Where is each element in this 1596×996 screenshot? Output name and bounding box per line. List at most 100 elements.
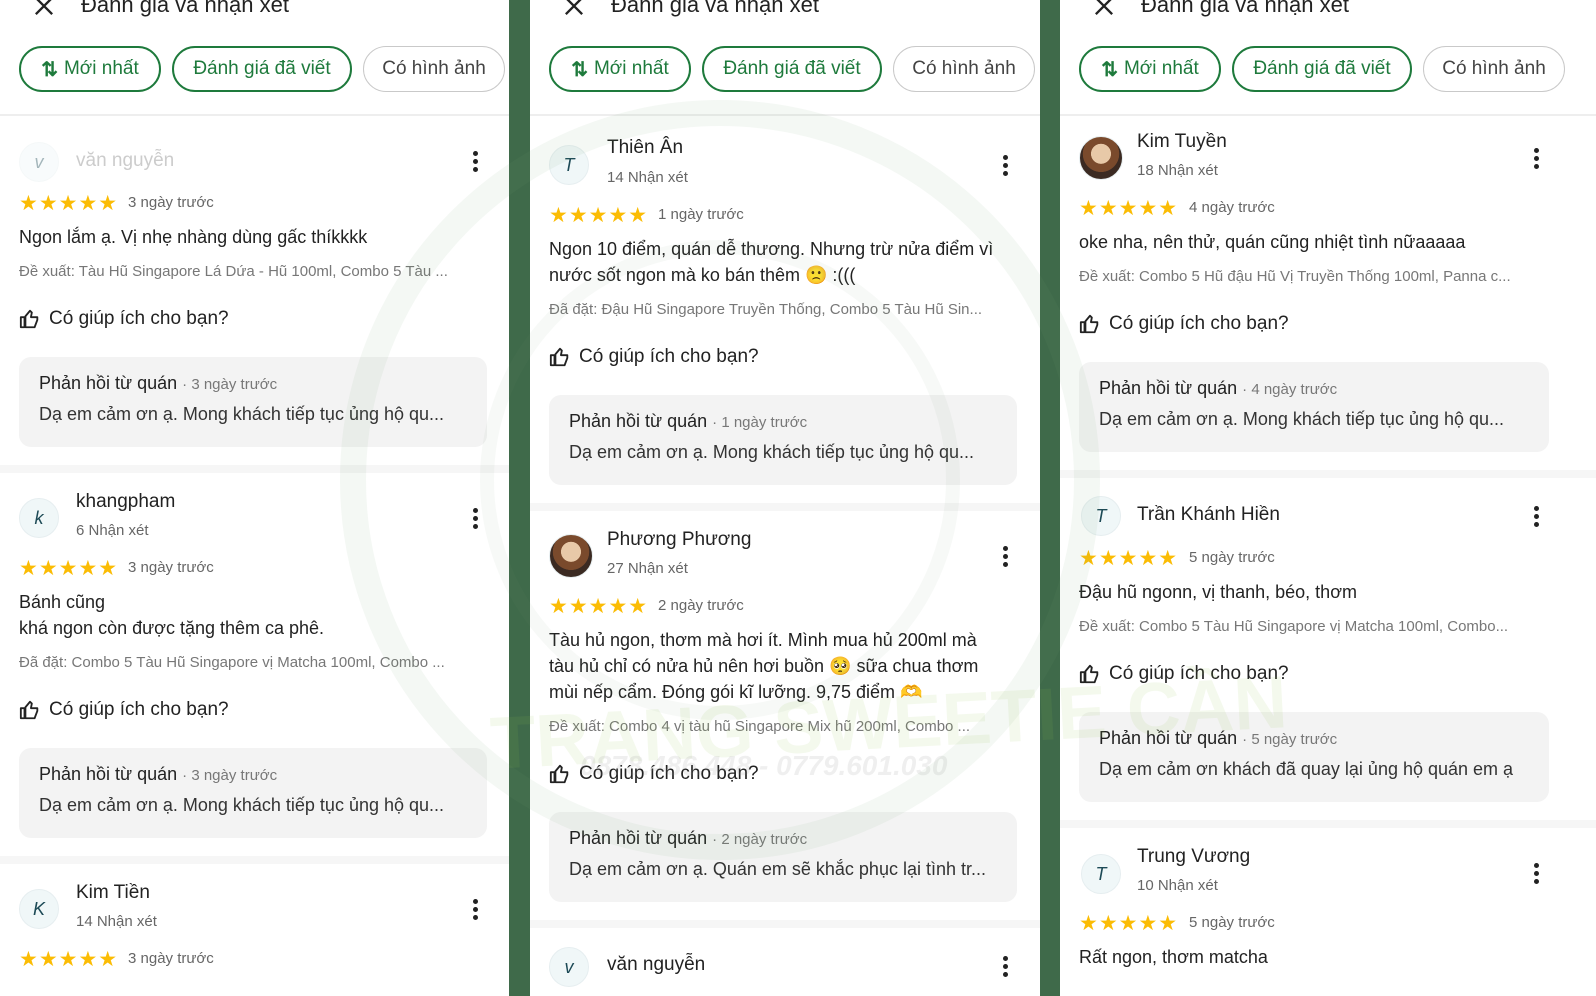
divider — [530, 920, 1040, 928]
reply-title: Phản hồi từ quán — [569, 411, 708, 431]
close-icon[interactable] — [1090, 0, 1118, 20]
helpful-label: Có giúp ích cho bạn? — [49, 699, 229, 720]
review-text: Đậu hũ ngonn, vị thanh, béo, thơm — [1079, 582, 1357, 602]
filter-chips: ⇅ Mới nhất Đánh giá đã viết Có hình ảnh — [530, 46, 1040, 94]
reviewer-name[interactable]: Kim Tiền — [76, 882, 150, 904]
reply-header: Phản hồi từ quán · 3 ngày trước — [39, 373, 467, 394]
reviewer-name[interactable]: Trần Khánh Hiền — [1137, 504, 1280, 526]
thumbs-up-icon — [1079, 314, 1099, 334]
divider — [530, 114, 1040, 116]
reviewer-name[interactable]: Phương Phương — [607, 529, 751, 551]
reply-date: · 4 ngày trước — [1242, 381, 1338, 398]
more-options-icon[interactable] — [1532, 863, 1540, 887]
chip-written-reviews[interactable]: Đánh giá đã viết — [702, 46, 882, 92]
divider — [1060, 114, 1596, 116]
helpful-button[interactable]: Có giúp ích cho bạn? — [19, 699, 229, 721]
divider — [1060, 820, 1596, 828]
order-info: Đề xuất: Tàu Hũ Singapore Lá Dứa - Hũ 10… — [19, 263, 448, 280]
reply-title: Phản hồi từ quán — [39, 373, 178, 393]
review-count: 14 Nhận xét — [607, 169, 688, 186]
thumbs-up-icon — [549, 764, 569, 784]
review-count: 27 Nhận xét — [607, 560, 688, 577]
helpful-button[interactable]: Có giúp ích cho bạn? — [549, 763, 759, 785]
reply-header: Phản hồi từ quán · 1 ngày trước — [569, 411, 997, 432]
order-info: Đã đặt: Đậu Hũ Singapore Truyền Thống, C… — [549, 301, 983, 318]
chip-label: Đánh giá đã viết — [1253, 58, 1391, 79]
reviewer-name[interactable]: văn nguyễn — [607, 954, 705, 976]
chip-newest[interactable]: ⇅ Mới nhất — [1079, 46, 1221, 92]
review-text: Rất ngon, thơm matcha — [1079, 947, 1268, 967]
reviews-panel-1: Đánh giá và nhận xét ⇅ Mới nhất Đánh giá … — [0, 0, 509, 996]
avatar — [549, 534, 593, 578]
chip-with-photos[interactable]: Có hình ảnh — [893, 46, 1035, 92]
review-text: oke nha, nên thử, quán cũng nhiệt tình n… — [1079, 232, 1466, 252]
shop-reply: Phản hồi từ quán · 5 ngày trước Dạ em cả… — [1079, 712, 1549, 802]
chip-newest[interactable]: ⇅ Mới nhất — [549, 46, 691, 92]
review-date: 4 ngày trước — [1189, 199, 1275, 216]
star-rating: ★★★★★ — [549, 595, 649, 618]
filter-chips: ⇅ Mới nhất Đánh giá đã viết Có hình ảnh — [0, 46, 509, 94]
avatar: T — [549, 145, 589, 185]
chip-with-photos[interactable]: Có hình ảnh — [1423, 46, 1565, 92]
review-text: Ngon lắm ạ. Vị nhẹ nhàng dùng gấc thíkkk… — [19, 227, 368, 247]
review-date: 5 ngày trước — [1189, 914, 1275, 931]
close-icon[interactable] — [560, 0, 588, 20]
reviewer-name[interactable]: văn nguyễn — [76, 150, 174, 172]
star-rating: ★★★★★ — [19, 557, 119, 580]
chip-with-photos[interactable]: Có hình ảnh — [363, 46, 505, 92]
chip-newest[interactable]: ⇅ Mới nhất — [19, 46, 161, 92]
more-options-icon[interactable] — [1532, 506, 1540, 530]
order-info: Đề xuất: Combo 5 Tàu Hũ Singapore vị Mat… — [1079, 618, 1509, 635]
more-options-icon[interactable] — [471, 151, 479, 175]
review-text: Bánh cũng khá ngon còn được tặng thêm ca… — [19, 592, 325, 638]
reviewer-name[interactable]: Kim Tuyền — [1137, 131, 1227, 153]
more-options-icon[interactable] — [1532, 148, 1540, 172]
reply-header: Phản hồi từ quán · 3 ngày trước — [39, 764, 467, 785]
chip-label: Có hình ảnh — [382, 58, 486, 79]
more-options-icon[interactable] — [1001, 155, 1009, 179]
shop-reply: Phản hồi từ quán · 1 ngày trước Dạ em cả… — [549, 395, 1017, 485]
avatar: T — [1081, 854, 1121, 894]
helpful-button[interactable]: Có giúp ích cho bạn? — [19, 308, 229, 330]
more-options-icon[interactable] — [1001, 956, 1009, 980]
more-options-icon[interactable] — [471, 899, 479, 923]
avatar: K — [19, 889, 59, 929]
reply-text: Dạ em cảm ơn ạ. Mong khách tiếp tục ủng … — [1099, 409, 1505, 429]
thumbs-up-icon — [549, 347, 569, 367]
close-icon[interactable] — [30, 0, 58, 20]
helpful-button[interactable]: Có giúp ích cho bạn? — [1079, 663, 1289, 685]
chip-written-reviews[interactable]: Đánh giá đã viết — [1232, 46, 1412, 92]
reviewer-name[interactable]: khangpham — [76, 491, 175, 513]
more-options-icon[interactable] — [1001, 546, 1009, 570]
helpful-button[interactable]: Có giúp ích cho bạn? — [549, 346, 759, 368]
divider — [0, 114, 509, 116]
more-options-icon[interactable] — [471, 508, 479, 532]
reply-date: · 3 ngày trước — [182, 767, 278, 784]
chip-label: Có hình ảnh — [1442, 58, 1546, 79]
reviewer-name[interactable]: Trung Vương — [1137, 846, 1250, 868]
star-rating: ★★★★★ — [19, 948, 119, 971]
reply-header: Phản hồi từ quán · 4 ngày trước — [1099, 378, 1529, 399]
reviewer-name[interactable]: Thiên Ân — [607, 137, 683, 159]
header: Đánh giá và nhận xét — [530, 0, 1040, 26]
chip-label: Mới nhất — [63, 58, 139, 79]
chip-written-reviews[interactable]: Đánh giá đã viết — [172, 46, 352, 92]
shop-reply: Phản hồi từ quán · 4 ngày trước Dạ em cả… — [1079, 362, 1549, 452]
review-date: 5 ngày trước — [1189, 549, 1275, 566]
divider — [1060, 470, 1596, 478]
review-date: 3 ngày trước — [128, 559, 214, 576]
star-rating: ★★★★★ — [19, 192, 119, 215]
chip-label: Mới nhất — [1123, 58, 1199, 79]
chip-label: Đánh giá đã viết — [193, 58, 331, 79]
reviews-panel-3: Đánh giá và nhận xét ⇅ Mới nhất Đánh giá … — [1060, 0, 1596, 996]
reply-title: Phản hồi từ quán — [569, 828, 708, 848]
thumbs-up-icon — [19, 700, 39, 720]
sort-icon: ⇅ — [1101, 58, 1118, 81]
star-rating: ★★★★★ — [1079, 197, 1179, 220]
divider — [530, 503, 1040, 511]
review-date: 2 ngày trước — [658, 597, 744, 614]
helpful-button[interactable]: Có giúp ích cho bạn? — [1079, 313, 1289, 335]
avatar: k — [19, 498, 59, 538]
shop-reply: Phản hồi từ quán · 2 ngày trước Dạ em cả… — [549, 812, 1017, 902]
reply-date: · 5 ngày trước — [1242, 731, 1338, 748]
